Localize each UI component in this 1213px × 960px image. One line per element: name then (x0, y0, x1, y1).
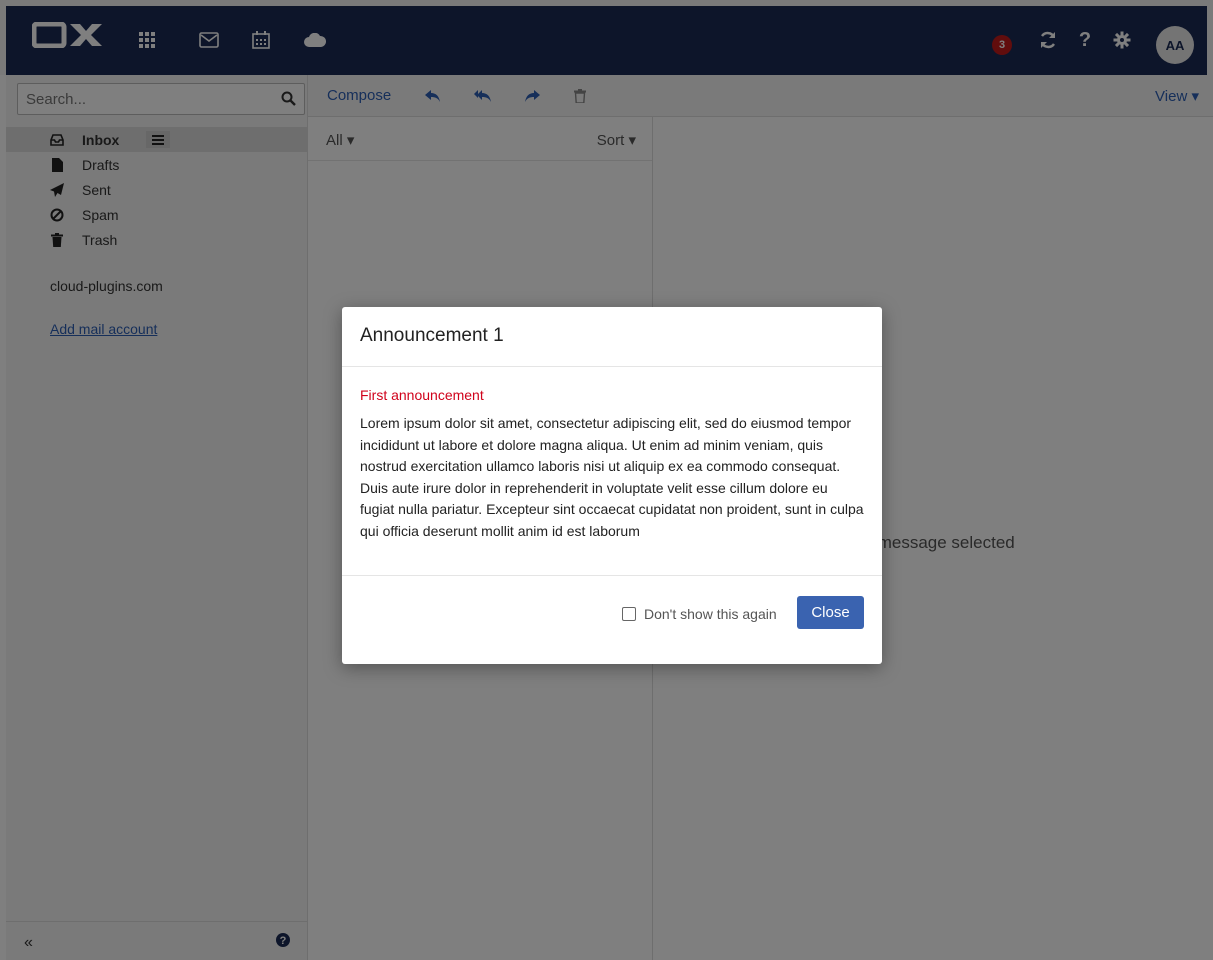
dialog-body: First announcement Lorem ipsum dolor sit… (342, 367, 882, 576)
dialog-header: Announcement 1 (342, 307, 882, 367)
dont-show-label: Don't show this again (644, 606, 777, 622)
announcement-dialog: Announcement 1 First announcement Lorem … (342, 307, 882, 664)
checkbox-box[interactable] (622, 607, 636, 621)
announcement-subtitle: First announcement (360, 387, 484, 403)
dont-show-again-checkbox[interactable]: Don't show this again (622, 606, 777, 622)
announcement-text: Lorem ipsum dolor sit amet, consectetur … (360, 415, 864, 539)
dialog-footer: Don't show this again Close (342, 576, 882, 664)
dialog-title: Announcement 1 (360, 325, 504, 346)
close-button[interactable]: Close (797, 596, 864, 629)
